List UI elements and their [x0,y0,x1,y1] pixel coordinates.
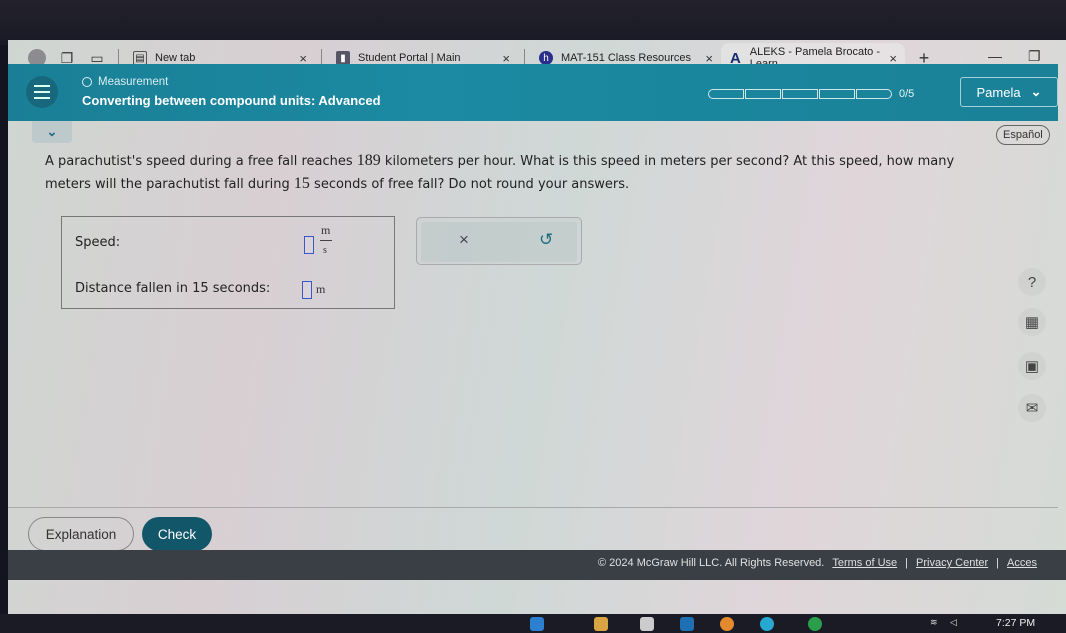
topic-text: Measurement [98,76,169,88]
progress-segment [856,89,892,99]
minimize-icon[interactable]: — [988,48,1002,64]
language-toggle[interactable]: Español [996,125,1050,145]
distance-input[interactable] [302,281,312,299]
tab-title: MAT-151 Class Resources [561,52,692,64]
clock[interactable]: 7:27 PM [996,617,1035,629]
privacy-link[interactable]: Privacy Center [916,557,988,569]
answer-box: Speed: m s Distance fallen in 15 seconds… [61,216,395,309]
topic-circle-icon [82,77,92,87]
distance-label: Distance fallen in 15 seconds: [75,281,271,296]
footer-separator: | [996,557,1000,569]
speed-unit-numerator: m [321,223,331,237]
edge-app-icon[interactable] [530,617,544,631]
copyright-text: © 2024 McGraw Hill LLC. All Rights Reser… [598,557,825,569]
collapse-header-toggle[interactable]: ⌄ [32,121,72,143]
aleks-logo-icon: A [729,49,741,67]
answer-actions-panel: × ↺ [416,217,582,265]
taskbar: ≋ ◁ 7:27 PM [0,614,1066,633]
chrome-icon[interactable] [720,617,734,631]
footer-text: © 2024 McGraw Hill LLC. All Rights Reser… [598,557,1037,569]
portal-icon: ▮ [336,51,350,65]
user-menu-button[interactable]: Pamela ⌄ [960,77,1058,107]
lesson-title: Converting between compound units: Advan… [82,93,381,108]
cortana-icon[interactable] [760,617,774,631]
answer-actions-inner: × ↺ [421,222,577,262]
notepad-icon[interactable] [640,617,654,631]
check-button[interactable]: Check [142,517,212,551]
progress-segment [782,89,818,99]
clear-button[interactable]: × [459,230,469,250]
new-tab-icon: ▤ [133,51,147,65]
distance-unit: m [316,282,326,296]
explanation-button[interactable]: Explanation [28,517,134,551]
spotify-icon[interactable] [808,617,822,631]
footer-separator: | [905,557,909,569]
speed-input[interactable] [304,236,314,254]
page-footer: © 2024 McGraw Hill LLC. All Rights Reser… [8,550,1066,580]
menu-button[interactable] [26,76,58,108]
progress-segment [708,89,744,99]
file-explorer-icon[interactable] [594,617,608,631]
tab-title: Student Portal | Main [358,52,461,64]
progress-label: 0/5 [899,88,915,100]
mail-icon[interactable]: ✉ [1018,394,1046,422]
speed-label: Speed: [75,235,121,250]
hamburger-icon [34,85,50,87]
hamburger-line [34,97,50,99]
accessibility-link[interactable]: Acces [1007,557,1037,569]
progress-segment [745,89,781,99]
tab-title: New tab [155,52,196,64]
question-text: A parachutist's speed during a free fall… [45,150,985,196]
user-name: Pamela [976,84,1021,100]
time-value: 15 [293,175,310,192]
help-icon[interactable]: ? [1018,268,1046,296]
restore-icon[interactable]: ❐ [1028,48,1041,65]
hamburger-line [34,91,50,93]
progress-segment [819,89,855,99]
progress-bar: 0/5 [708,88,914,100]
store-icon[interactable] [680,617,694,631]
topic-label: Measurement [82,76,168,88]
volume-icon[interactable]: ◁ [950,617,964,631]
chevron-down-icon: ⌄ [1030,84,1042,99]
terms-link[interactable]: Terms of Use [832,557,897,569]
ebook-icon[interactable]: ▣ [1018,352,1046,380]
question-part: seconds of free fall? Do not round your … [309,177,630,192]
question-part: A parachutist's speed during a free fall… [45,154,357,169]
speed-unit-denominator: s [323,245,327,256]
footer-divider [8,507,1058,508]
aleks-header: Measurement Converting between compound … [8,64,1058,121]
undo-button[interactable]: ↺ [539,230,553,250]
fraction-bar [320,240,332,241]
wifi-icon[interactable]: ≋ [930,617,944,631]
h-logo-icon: h [539,51,553,65]
screen-bezel [0,0,1066,45]
chevron-down-icon: ⌄ [46,124,58,139]
calculator-icon[interactable]: ▦ [1018,308,1046,336]
speed-value: 189 [356,152,381,169]
